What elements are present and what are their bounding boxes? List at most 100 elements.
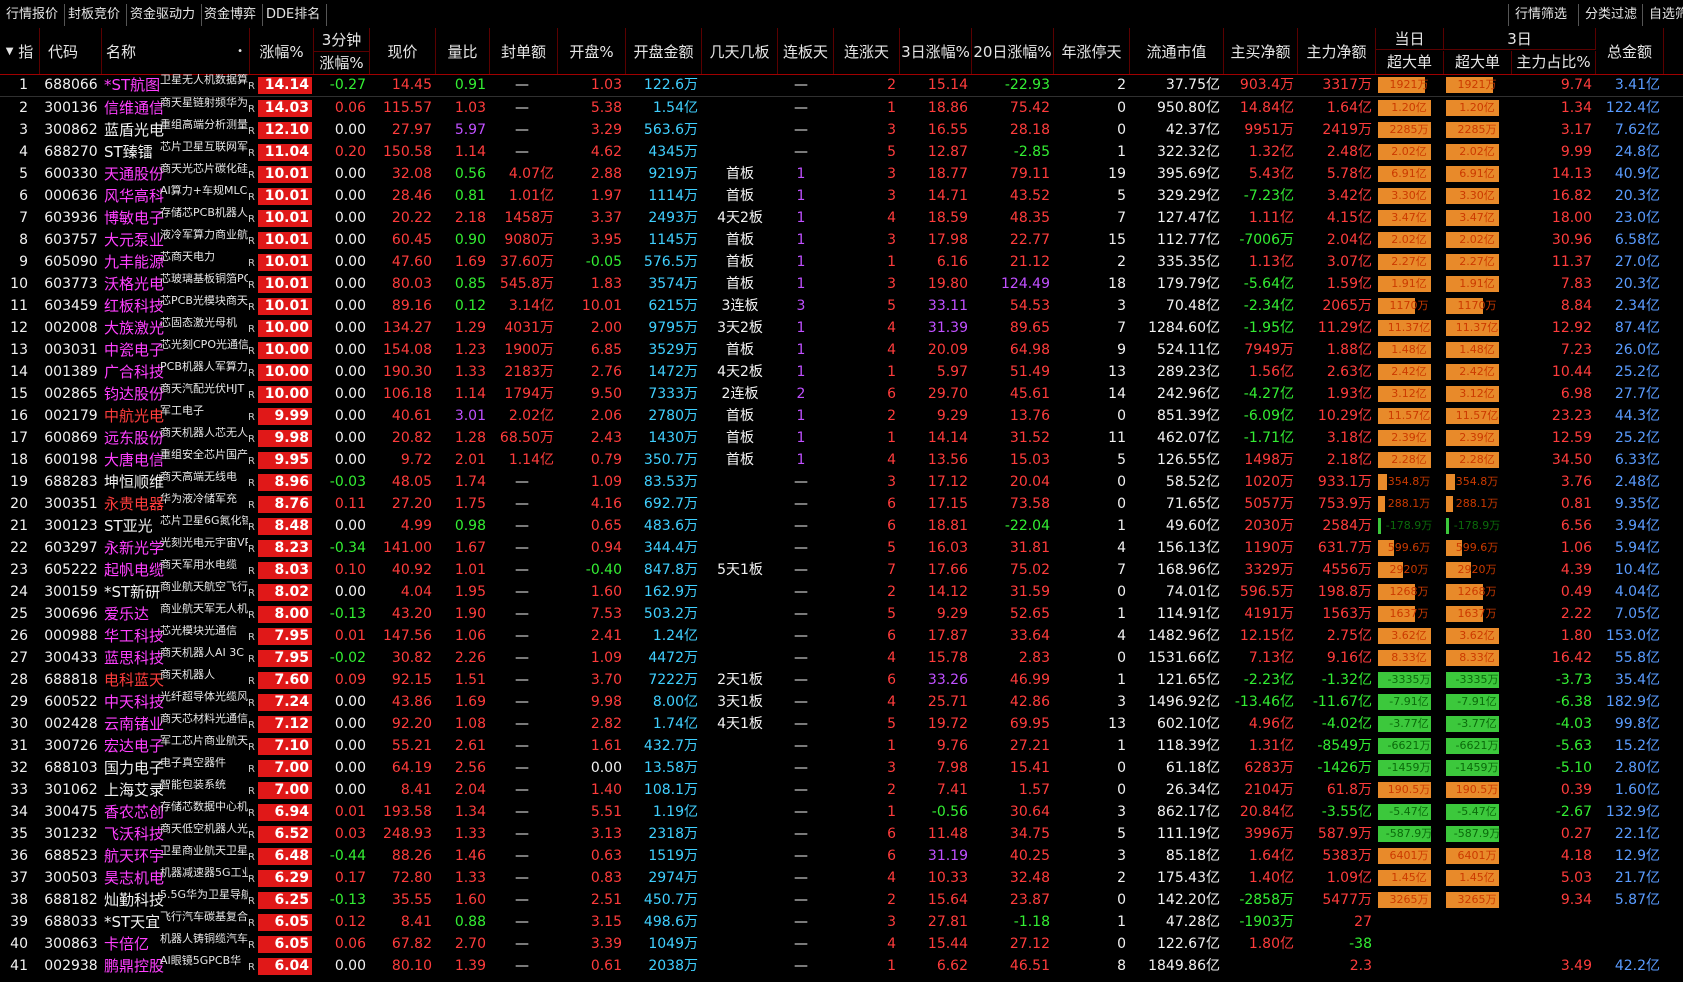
header-seal[interactable]: 封单额 <box>490 28 558 74</box>
table-row[interactable]: 12 002008 大族激光 芯固态激光母机 R 10.00 0.00 134.27 1.29 4… <box>0 317 1683 339</box>
consecutive-board-days: — <box>794 77 808 93</box>
table-row[interactable]: 3 300862 蓝盾光电 重组高端分析测量 R 12.10 0.00 27.97 5.97—3… <box>0 119 1683 141</box>
header-super-today[interactable]: 超大单 <box>1376 51 1444 74</box>
table-row[interactable]: 39688033*ST天宜飞行汽车碳基复合材R6.050.128.410.88—… <box>0 911 1683 933</box>
header-super-3d[interactable]: 超大单 <box>1444 51 1512 74</box>
header-vol-ratio[interactable]: 量比 <box>436 28 490 74</box>
price: 141.00 <box>383 540 432 556</box>
table-row[interactable]: 41 002938 鹏鼎控股 AI眼镜5GPCB华 R 6.04 0.00 80.10 1.39… <box>0 955 1683 977</box>
table-row[interactable]: 13 003031 中瓷电子 芯光刻CPO光通信 R 10.00 0.00 154.08 1.2… <box>0 339 1683 361</box>
rise-days: 2 <box>887 77 896 93</box>
table-row[interactable]: 8603757大元泵业液冷军算力商业航天R10.010.0060.450.909… <box>0 229 1683 251</box>
header-index[interactable]: ▼ 指 <box>0 28 40 74</box>
stock-code: 000988 <box>44 628 98 644</box>
main-ratio: 9.74 <box>1560 77 1592 93</box>
consecutive-board-days: — <box>794 584 808 600</box>
table-row[interactable]: 1688066*ST航图卫星无人机数据算力R14.14-0.2714.450.9… <box>0 74 1683 97</box>
open-pct: 2.06 <box>590 408 622 424</box>
concept-tag: 飞行汽车碳基复合材 <box>160 911 248 923</box>
header-pct[interactable]: 涨幅% <box>250 28 314 74</box>
table-row[interactable]: 18 600198 大唐电信 重组安全芯片国产 R 9.95 0.00 9.72 2.01 1.1… <box>0 449 1683 471</box>
stock-code: 301232 <box>44 826 98 842</box>
table-row[interactable]: 20 300351 永贵电器 华为液冷储军充 R 8.76 0.11 27.20 1.75—4.… <box>0 493 1683 515</box>
table-row[interactable]: 33 301062 上海艾录 智能包装系统 R 7.00 0.00 8.41 2.04—1.40… <box>0 779 1683 801</box>
rise-3day: 19.72 <box>927 716 968 732</box>
pct-change-badge: 10.00 <box>258 320 312 337</box>
header-open-amt[interactable]: 开盘金额 <box>626 28 702 74</box>
table-row[interactable]: 4688270ST臻镭芯片卫星互联网军工R11.040.20150.581.14… <box>0 141 1683 163</box>
table-row[interactable]: 27 300433 蓝思科技 商天机器人AI 3C R 7.95 -0.02 30.82 2.2… <box>0 647 1683 669</box>
table-row[interactable]: 37 300503 昊志机电 机器减速器5G工业 R 6.29 0.17 72.80 1.33—… <box>0 867 1683 889</box>
table-row[interactable]: 15 002865 钧达股份 商天汽配光伏HJT R 10.00 0.00 106.18 1.1… <box>0 383 1683 405</box>
header-days-boards[interactable]: 几天几板 <box>702 28 778 74</box>
header-cons-days[interactable]: 连板天 <box>778 28 834 74</box>
table-row[interactable]: 26 000988 华工科技 芯光模块光通信 R 7.95 0.01 147.56 1.06—2… <box>0 625 1683 647</box>
tab-fund-drive[interactable]: 资金驱动力 <box>124 4 203 26</box>
table-row[interactable]: 30 002428 云南锗业 商天芯材料光通信 R 7.12 0.00 92.20 1.08—2… <box>0 713 1683 735</box>
header-total-amt[interactable]: 总金额 <box>1596 28 1664 74</box>
header-3min[interactable]: 3分钟 涨幅% <box>314 28 370 74</box>
header-main-net[interactable]: 主力净额 <box>1298 28 1376 74</box>
tab-quote-filter[interactable]: 行情筛选 <box>1508 4 1573 26</box>
table-row[interactable]: 24300159*ST新研商业航天航空飞行无人R8.020.004.041.95… <box>0 581 1683 603</box>
table-row[interactable]: 35 301232 飞沃科技 商天低空机器人光 R 6.52 0.03 248.93 1.33—… <box>0 823 1683 845</box>
table-row[interactable]: 11 603459 红板科技 芯PCB光模块商天 R 10.01 0.00 89.16 0.12… <box>0 295 1683 317</box>
table-row[interactable]: 10603773沃格光电芯玻璃基板铜箔PCBR10.010.0080.030.8… <box>0 273 1683 295</box>
concept-tag: 机器减速器5G工业 <box>160 867 248 879</box>
total-amount: 2.80亿 <box>1614 760 1660 776</box>
table-row[interactable]: 34300475香农芯创存储芯数据中心机器R6.940.01193.581.34… <box>0 801 1683 823</box>
tab-seal-bid[interactable]: 封板竞价 <box>62 4 128 26</box>
tab-fund-game[interactable]: 资金博弈 <box>198 4 264 26</box>
header-price[interactable]: 现价 <box>370 28 436 74</box>
row-index: 10 <box>10 276 28 292</box>
concept-tag: 芯光模块光通信 <box>160 625 237 637</box>
consecutive-board-days: — <box>794 496 808 512</box>
main-buy-net: 1020万 <box>1244 474 1294 490</box>
main-ratio: 0.81 <box>1560 496 1592 512</box>
header-r20[interactable]: 20日涨幅% <box>972 28 1054 74</box>
table-row[interactable]: 21 300123 ST亚光 芯片卫星6G氮化镓 R 8.48 0.00 4.99 0.98—0… <box>0 515 1683 537</box>
header-main-ratio[interactable]: 主力占比% <box>1512 51 1596 74</box>
header-r3[interactable]: 3日涨幅% <box>900 28 972 74</box>
table-row[interactable]: 32 688103 国力电子 电子真空器件 R 7.00 0.00 64.19 2.56—0.0… <box>0 757 1683 779</box>
table-row[interactable]: 22 603297 永新光学 光刻光电元宇宙VR R 8.23 -0.34 141.00 1.6… <box>0 537 1683 559</box>
tab-watchlist-filter[interactable]: 自选筛 <box>1642 4 1683 26</box>
year-limit-days: 1 <box>1117 606 1126 622</box>
table-row[interactable]: 38 688182 灿勤科技 5.5G华为卫星导航 R 6.25 -0.13 35.55 1.6… <box>0 889 1683 911</box>
table-row[interactable]: 28 688818 电科蓝天 商天机器人 R 7.60 0.09 92.15 1.51—3.70… <box>0 669 1683 691</box>
table-row[interactable]: 19 688283 坤恒顺维 商天高端无线电 R 8.96 -0.03 48.05 1.74—1… <box>0 471 1683 493</box>
table-row[interactable]: 7 603936 博敏电子 存储芯PCB机器人 R 10.01 0.00 20.22 2.18 1… <box>0 207 1683 229</box>
r-mark: R <box>248 588 255 599</box>
rise-20day: 15.03 <box>1009 452 1050 468</box>
header-buy-net[interactable]: 主买净额 <box>1224 28 1298 74</box>
table-row[interactable]: 23 605222 起帆电缆 商天军用水电缆 R 8.03 0.10 40.92 1.01— -0… <box>0 559 1683 581</box>
tab-quote[interactable]: 行情报价 <box>0 4 66 26</box>
table-row[interactable]: 36 688523 航天环宇 卫星商业航天卫星 R 6.48 -0.44 88.26 1.46—… <box>0 845 1683 867</box>
table-row[interactable]: 31 300726 宏达电子 军工芯片商业航天 R 7.10 0.00 55.21 2.61—1… <box>0 735 1683 757</box>
header-float-cap[interactable]: 流通市值 <box>1130 28 1224 74</box>
table-row[interactable]: 6 000636 风华高科 AI算力+车规MLCC R 10.01 0.00 28.46 0.8… <box>0 185 1683 207</box>
header-rise-days[interactable]: 连涨天 <box>834 28 900 74</box>
table-row[interactable]: 16 002179 中航光电 军工电子 R 9.99 0.00 40.61 3.01 2.02亿 2… <box>0 405 1683 427</box>
header-year-limit[interactable]: 年涨停天 <box>1054 28 1130 74</box>
stock-table-body: 1688066*ST航图卫星无人机数据算力R14.14-0.2714.450.9… <box>0 74 1683 977</box>
seal-amount: — <box>515 122 529 138</box>
table-row[interactable]: 17600869远东股份商天机器人芯无人机R9.980.0020.821.286… <box>0 427 1683 449</box>
tab-dde-rank[interactable]: DDE排名 <box>260 4 328 26</box>
float-market-cap: 524.11亿 <box>1157 342 1220 358</box>
volume-ratio: 1.28 <box>454 430 486 446</box>
table-row[interactable]: 2300136信维通信商天星链射频华为手机R14.030.06115.571.0… <box>0 97 1683 119</box>
table-row[interactable]: 40300863卡倍亿机器人铸铜缆汽车线R6.050.0667.822.70—3… <box>0 933 1683 955</box>
table-row[interactable]: 29 600522 中天科技 光纤超导体光缆风 R 7.24 0.00 43.86 1.69—9… <box>0 691 1683 713</box>
concept-tag: 电子真空器件 <box>160 757 226 769</box>
main-buy-net: 1.56亿 <box>1248 364 1294 380</box>
header-open-pct[interactable]: 开盘% <box>558 28 626 74</box>
header-name[interactable]: 名称 • <box>102 28 250 74</box>
table-row[interactable]: 25300696爱乐达商业航天军无人机光R8.00-0.1343.201.90—… <box>0 603 1683 625</box>
table-row[interactable]: 9 605090 九丰能源 芯商天电力 R 10.01 0.00 47.60 1.69 37.60… <box>0 251 1683 273</box>
table-row[interactable]: 14 001389 广合科技 PCB机器人军算力 R 10.00 0.00 190.30 1.3… <box>0 361 1683 383</box>
header-code[interactable]: 代码 <box>40 28 102 74</box>
tab-category-filter[interactable]: 分类过滤 <box>1578 4 1643 26</box>
table-row[interactable]: 5 600330 天通股份 商天光芯片碳化硅 R 10.01 0.00 32.08 0.56 4.… <box>0 163 1683 185</box>
consecutive-board-days: — <box>794 100 808 116</box>
